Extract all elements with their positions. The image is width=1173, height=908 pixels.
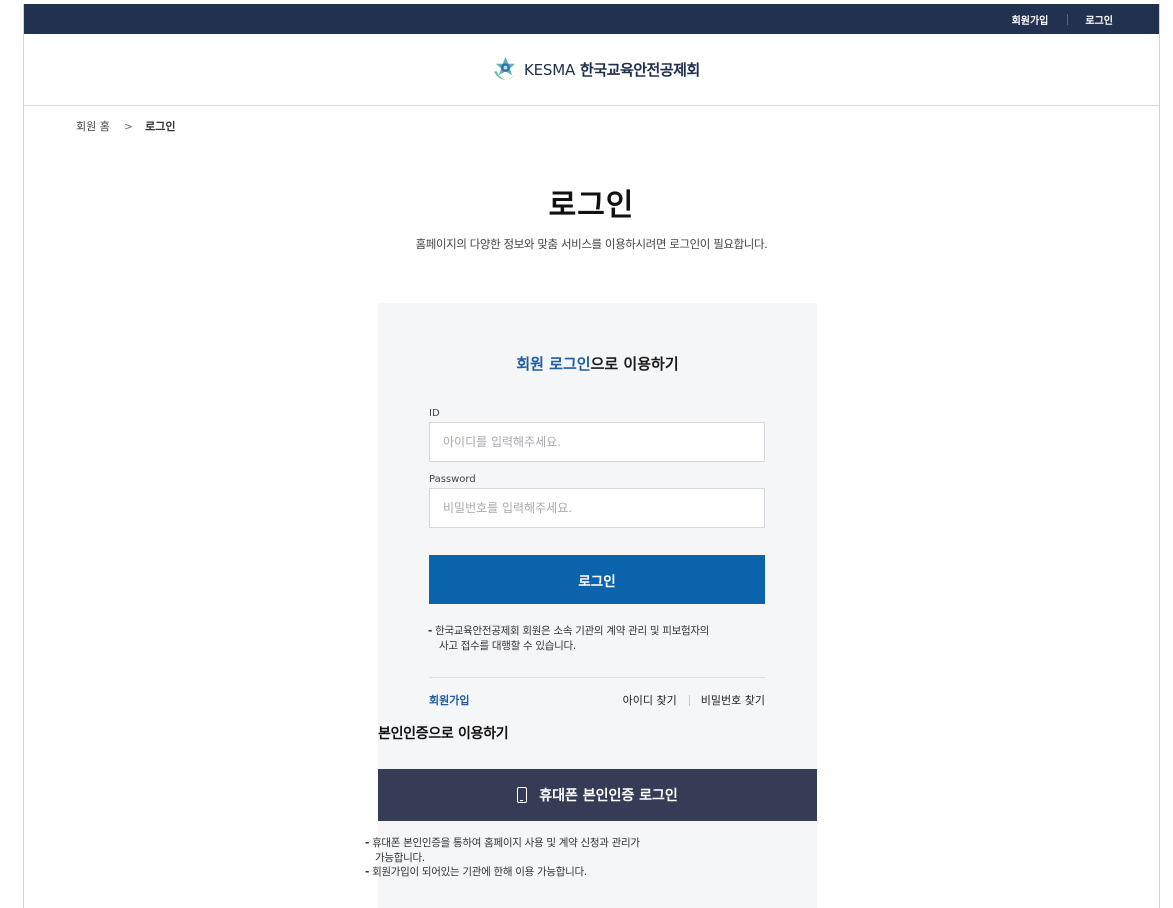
note-dash: - <box>428 625 433 637</box>
id-label: ID <box>429 408 440 419</box>
cert-note-1-dash: - <box>365 837 370 849</box>
note-line-2: 사고 접수를 대행할 수 있습니다. <box>439 640 576 652</box>
member-login-heading-highlight: 회원 로그인 <box>516 355 591 373</box>
topbar-login-link[interactable]: 로그인 <box>1085 12 1113 27</box>
cert-note-1-line-2: 가능합니다. <box>375 851 425 864</box>
site-logo[interactable]: KESMA 한국교육안전공제회 <box>492 56 700 83</box>
password-input[interactable] <box>429 488 765 528</box>
find-links-divider <box>688 694 690 706</box>
find-password-link[interactable]: 비밀번호 찾기 <box>701 692 765 708</box>
member-login-heading-rest: 으로 이용하기 <box>590 355 679 373</box>
site-header: KESMA 한국교육안전공제회 <box>24 34 1159 106</box>
breadcrumb-arrow-icon: > <box>123 119 134 133</box>
links-divider <box>429 677 765 678</box>
cert-note-2-dash: - <box>365 866 370 878</box>
id-input[interactable] <box>429 422 765 462</box>
account-links: 회원가입 아이디 찾기 비밀번호 찾기 <box>429 692 765 708</box>
breadcrumb-home[interactable]: 회원 홈 <box>76 118 110 134</box>
kesma-logo-icon <box>493 56 517 81</box>
find-id-link[interactable]: 아이디 찾기 <box>623 692 677 708</box>
page-subtitle: 홈페이지의 다양한 정보와 맞춤 서비스를 이용하시려면 로그인이 필요합니다. <box>415 237 768 251</box>
logo-text-ko: 한국교육안전공제회 <box>580 61 700 79</box>
utility-divider <box>1067 13 1069 25</box>
topbar-join-link[interactable]: 회원가입 <box>1012 12 1049 27</box>
cert-note-2: 회원가입이 되어있는 기관에 한해 이용 가능합니다. <box>372 866 587 878</box>
breadcrumb-current: 로그인 <box>145 120 176 133</box>
find-links: 아이디 찾기 비밀번호 찾기 <box>623 692 765 708</box>
phone-cert-login-label: 휴대폰 본인인증 로그인 <box>539 788 678 804</box>
logo-text-en: KESMA <box>524 60 576 79</box>
page-frame: 회원가입 로그인 KESMA 한국교육안전공제회 회원 홈 > 로그인 로그인 … <box>23 4 1160 908</box>
cert-login-heading: 본인인증으로 이용하기 <box>378 726 509 742</box>
mobile-phone-icon <box>517 787 528 803</box>
page-title: 로그인 <box>548 188 635 223</box>
cert-note-1-line-1: 휴대폰 본인인증을 통하여 홈페이지 사용 및 계약 신청과 관리가 <box>372 837 640 849</box>
join-link[interactable]: 회원가입 <box>429 692 469 708</box>
member-login-heading: 회원 로그인으로 이용하기 <box>378 353 817 374</box>
member-login-note: - 한국교육안전공제회 회원은 소속 기관의 계약 관리 및 피보험자의 사고 접… <box>428 624 773 654</box>
login-button[interactable]: 로그인 <box>429 555 765 604</box>
note-line-1: 한국교육안전공제회 회원은 소속 기관의 계약 관리 및 피보험자의 <box>435 625 710 637</box>
login-panel: 회원 로그인으로 이용하기 ID Password 로그인 -한국교육안전공제회… <box>365 303 817 908</box>
top-utility-bar: 회원가입 로그인 <box>24 4 1159 34</box>
cert-login-notes: - 휴대폰 본인인증을 통하여 홈페이지 사용 및 계약 신청과 관리가 가능합니… <box>365 836 765 880</box>
breadcrumb: 회원 홈 > 로그인 <box>76 118 175 134</box>
utility-links: 회원가입 로그인 <box>1012 4 1113 34</box>
phone-cert-login-button[interactable]: 휴대폰 본인인증 로그인 <box>378 769 817 821</box>
password-label: Password <box>429 474 476 485</box>
